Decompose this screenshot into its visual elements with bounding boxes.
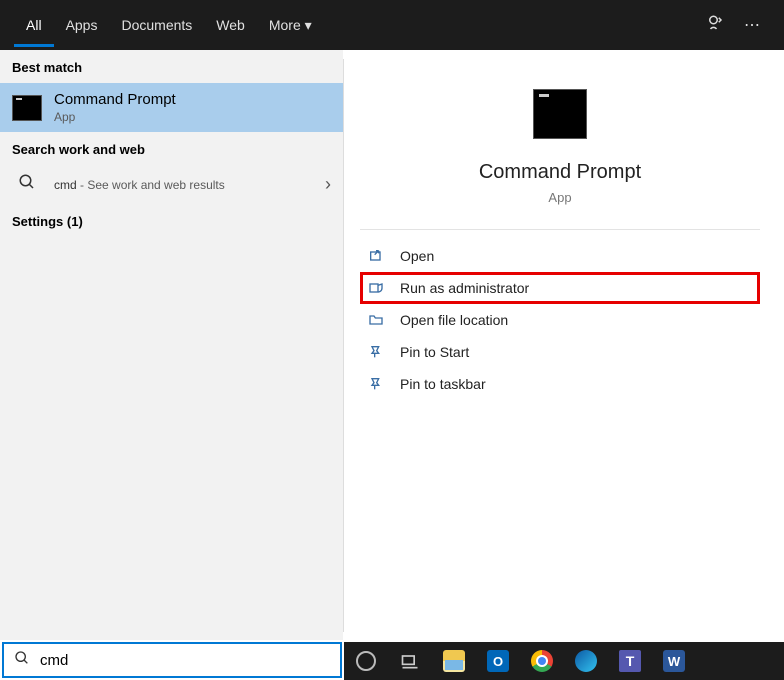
result-web-cmd[interactable]: cmd - See work and web results › xyxy=(0,165,343,204)
tab-web[interactable]: Web xyxy=(204,3,257,47)
edge-button[interactable] xyxy=(570,645,602,677)
admin-shield-icon xyxy=(368,280,386,296)
preview-panel: Command Prompt App Open Run as administr… xyxy=(343,59,776,632)
action-run-as-admin[interactable]: Run as administrator xyxy=(360,272,760,304)
word-button[interactable]: W xyxy=(658,645,690,677)
taskbar: O T W xyxy=(344,642,784,680)
divider xyxy=(360,229,760,230)
tab-more[interactable]: More ▾ xyxy=(257,3,324,48)
preview-app-icon xyxy=(533,89,587,139)
preview-title: Command Prompt xyxy=(344,161,776,184)
search-web-header: Search work and web xyxy=(0,132,343,165)
teams-button[interactable]: T xyxy=(614,645,646,677)
search-icon xyxy=(12,173,42,196)
action-open-file-location[interactable]: Open file location xyxy=(344,304,776,336)
feedback-icon[interactable] xyxy=(696,14,734,37)
tab-documents[interactable]: Documents xyxy=(109,3,204,47)
file-explorer-button[interactable] xyxy=(438,645,470,677)
result-subtitle: App xyxy=(54,110,331,124)
action-pin-to-start[interactable]: Pin to Start xyxy=(344,336,776,368)
search-input[interactable] xyxy=(40,648,340,673)
folder-icon xyxy=(368,312,386,328)
pin-icon xyxy=(368,344,386,360)
command-prompt-icon xyxy=(12,95,42,121)
preview-subtitle: App xyxy=(344,190,776,205)
open-icon xyxy=(368,248,386,264)
action-pin-to-taskbar[interactable]: Pin to taskbar xyxy=(344,368,776,400)
task-view-button[interactable] xyxy=(394,645,426,677)
result-title: Command Prompt xyxy=(54,91,331,108)
result-command-prompt[interactable]: Command Prompt App xyxy=(0,83,343,132)
chrome-button[interactable] xyxy=(526,645,558,677)
cortana-button[interactable] xyxy=(350,645,382,677)
tab-apps[interactable]: Apps xyxy=(54,3,110,47)
settings-header[interactable]: Settings (1) xyxy=(0,204,343,237)
action-open[interactable]: Open xyxy=(344,240,776,272)
tab-all[interactable]: All xyxy=(14,3,54,47)
search-icon xyxy=(4,650,40,671)
search-bar[interactable] xyxy=(2,642,342,678)
results-panel: Best match Command Prompt App Search wor… xyxy=(0,50,343,640)
best-match-header: Best match xyxy=(0,50,343,83)
search-tab-bar: All Apps Documents Web More ▾ ⋯ xyxy=(0,0,784,50)
more-options-icon[interactable]: ⋯ xyxy=(734,15,770,35)
pin-icon xyxy=(368,376,386,392)
chevron-right-icon: › xyxy=(325,174,331,195)
outlook-button[interactable]: O xyxy=(482,645,514,677)
